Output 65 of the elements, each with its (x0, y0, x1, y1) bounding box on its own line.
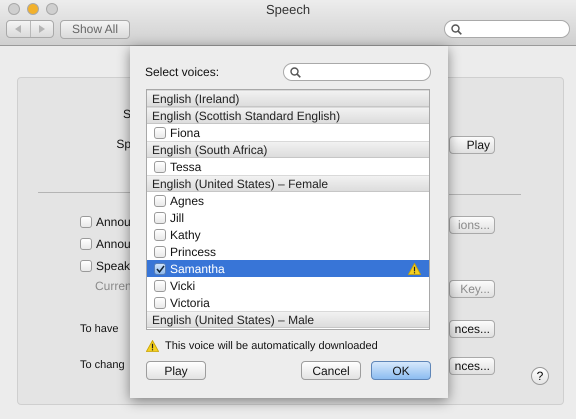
preferences-button[interactable]: nces... (449, 320, 495, 338)
checkbox[interactable] (154, 296, 166, 308)
field-label: S (122, 106, 131, 122)
field-label: Sp (116, 136, 131, 152)
checkbox[interactable] (80, 216, 92, 228)
dialog-button[interactable]: Play (146, 361, 206, 380)
search-icon (290, 66, 301, 78)
voice-row[interactable]: Samantha (147, 260, 429, 277)
preferences-button[interactable]: nces... (449, 357, 495, 375)
voice-name: Agnes (170, 194, 206, 208)
checkbox[interactable] (80, 260, 92, 272)
voice-row[interactable]: Jill (147, 209, 429, 226)
voice-name: Victoria (170, 296, 211, 310)
window-title: Speech (266, 2, 310, 16)
checkbox[interactable] (80, 238, 92, 250)
voice-row[interactable]: Princess (147, 243, 429, 260)
checkbox[interactable] (154, 246, 166, 258)
instruction-text: To have (80, 322, 120, 337)
back-icon (15, 25, 22, 33)
checkbox-label: Speak (96, 259, 130, 273)
voice-name: Kathy (170, 228, 202, 242)
checkbox[interactable] (154, 212, 166, 224)
search-icon (451, 24, 462, 34)
download-notice: This voice will be automatically downloaded (165, 340, 378, 352)
checkbox[interactable] (154, 126, 166, 138)
checkbox[interactable] (154, 160, 166, 172)
voice-row[interactable]: Tessa (147, 158, 429, 175)
voice-name: Jill (170, 210, 185, 224)
voice-row[interactable]: Kathy (147, 226, 429, 243)
voice-row[interactable]: Victoria (147, 294, 429, 311)
group-header: English (South Africa) (147, 141, 429, 158)
voice-search-field[interactable] (283, 63, 431, 81)
play-button[interactable]: Play (449, 136, 495, 154)
voice-name: Vicki (170, 278, 196, 292)
voice-name: Tessa (170, 160, 202, 174)
checkbox[interactable] (154, 280, 166, 292)
voice-name: Fiona (170, 126, 202, 140)
checkbox[interactable] (154, 194, 166, 206)
group-header: English (United States) – Male (147, 311, 429, 328)
checkbox-label: Annou (96, 237, 131, 251)
dialog-button[interactable]: OK (371, 361, 431, 380)
help-button[interactable]: ? (531, 367, 549, 385)
checkbox[interactable] (154, 228, 166, 240)
window-control-icon[interactable] (27, 3, 39, 15)
show-all-button[interactable]: Show All (60, 20, 130, 38)
checkbox-label: Annou (96, 215, 131, 229)
checkbox[interactable] (154, 262, 166, 274)
search-field[interactable] (444, 20, 570, 38)
group-header: English (Scottish Standard English) (147, 107, 429, 124)
voice-row[interactable]: Vicki (147, 277, 429, 294)
select-voices-label: Select voices: (145, 65, 220, 79)
voice-row[interactable]: Fiona (147, 124, 429, 141)
dialog-button[interactable]: Cancel (301, 361, 361, 380)
window-control-icon[interactable] (8, 3, 20, 15)
group-header: English (Ireland) (147, 90, 429, 107)
forward-icon (38, 25, 45, 33)
instruction-text: To chang (80, 358, 126, 373)
voice-name: Samantha (170, 262, 226, 276)
warning-icon (146, 340, 159, 352)
voice-row[interactable]: Agnes (147, 192, 429, 209)
warning-icon (408, 262, 421, 274)
navigation-control[interactable] (6, 20, 54, 38)
window-control-icon[interactable] (46, 3, 58, 15)
group-header: English (United States) – Female (147, 175, 429, 192)
voice-name: Princess (170, 244, 218, 258)
